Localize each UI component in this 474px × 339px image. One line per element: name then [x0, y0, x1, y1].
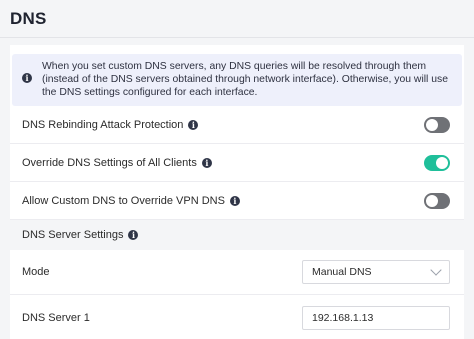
mode-label: Mode	[22, 266, 50, 278]
info-icon: i	[22, 73, 32, 83]
dns-rebinding-toggle[interactable]	[424, 116, 450, 133]
dns-server-settings-header: DNS Server Settings i	[10, 220, 464, 250]
dns-rebinding-label: DNS Rebinding Attack Protection	[22, 118, 184, 131]
chevron-down-icon	[430, 264, 442, 276]
notice-text: When you set custom DNS servers, any DNS…	[42, 61, 449, 98]
override-dns-label: Override DNS Settings of All Clients	[22, 156, 197, 169]
dns-server-1-input[interactable]: 192.168.1.13	[302, 305, 450, 330]
info-icon[interactable]: i	[201, 157, 212, 168]
info-icon[interactable]: i	[188, 119, 199, 130]
dns-server-1-value: 192.168.1.13	[312, 311, 374, 324]
info-notice: i When you set custom DNS servers, any D…	[12, 54, 462, 106]
custom-dns-vpn-row: Allow Custom DNS to Override VPN DNS i	[10, 182, 464, 220]
dns-settings-card: i When you set custom DNS servers, any D…	[10, 45, 464, 339]
page-title: DNS	[10, 8, 47, 28]
mode-select[interactable]: Manual DNS	[302, 260, 450, 284]
override-dns-toggle[interactable]	[424, 154, 450, 171]
mode-value: Manual DNS	[312, 266, 372, 278]
dns-rebinding-row: DNS Rebinding Attack Protection i	[10, 106, 464, 144]
custom-dns-vpn-toggle[interactable]	[424, 192, 450, 209]
section-title: DNS Server Settings	[22, 229, 124, 241]
dns-server-1-row: DNS Server 1 192.168.1.13	[10, 295, 464, 339]
mode-row: Mode Manual DNS	[10, 250, 464, 295]
info-icon[interactable]: i	[128, 230, 139, 240]
override-dns-row: Override DNS Settings of All Clients i	[10, 144, 464, 182]
page-header: DNS	[0, 0, 474, 38]
dns-server-1-label: DNS Server 1	[22, 311, 90, 324]
info-icon[interactable]: i	[229, 195, 240, 206]
custom-dns-vpn-label: Allow Custom DNS to Override VPN DNS	[22, 194, 225, 207]
